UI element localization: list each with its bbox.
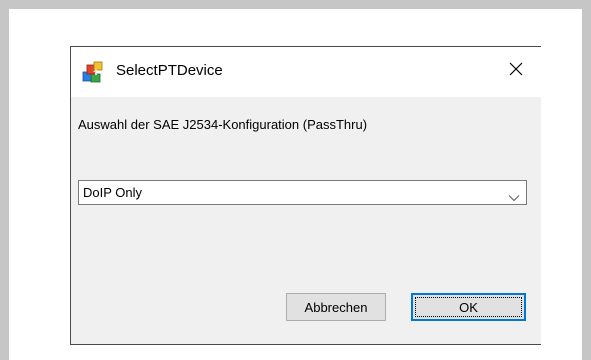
configuration-description: Auswahl der SAE J2534-Konfiguration (Pas…: [78, 117, 368, 132]
ok-button[interactable]: OK: [411, 293, 526, 321]
cancel-button[interactable]: Abbrechen: [286, 293, 386, 321]
title-bar[interactable]: SelectPTDevice: [71, 47, 541, 97]
chevron-down-icon[interactable]: [508, 189, 520, 202]
close-button[interactable]: [491, 47, 541, 91]
combobox-selected-value: DoIP Only: [83, 185, 143, 200]
dialog-body: Auswahl der SAE J2534-Konfiguration (Pas…: [71, 97, 541, 344]
select-pt-device-dialog: SelectPTDevice Auswahl der SAE J2534-Kon…: [70, 46, 541, 345]
dialog-title: SelectPTDevice: [116, 62, 223, 79]
close-icon: [509, 62, 523, 76]
ok-button-label: OK: [459, 299, 478, 315]
device-config-combobox[interactable]: DoIP Only: [78, 180, 527, 205]
app-package-icon: [82, 60, 106, 84]
